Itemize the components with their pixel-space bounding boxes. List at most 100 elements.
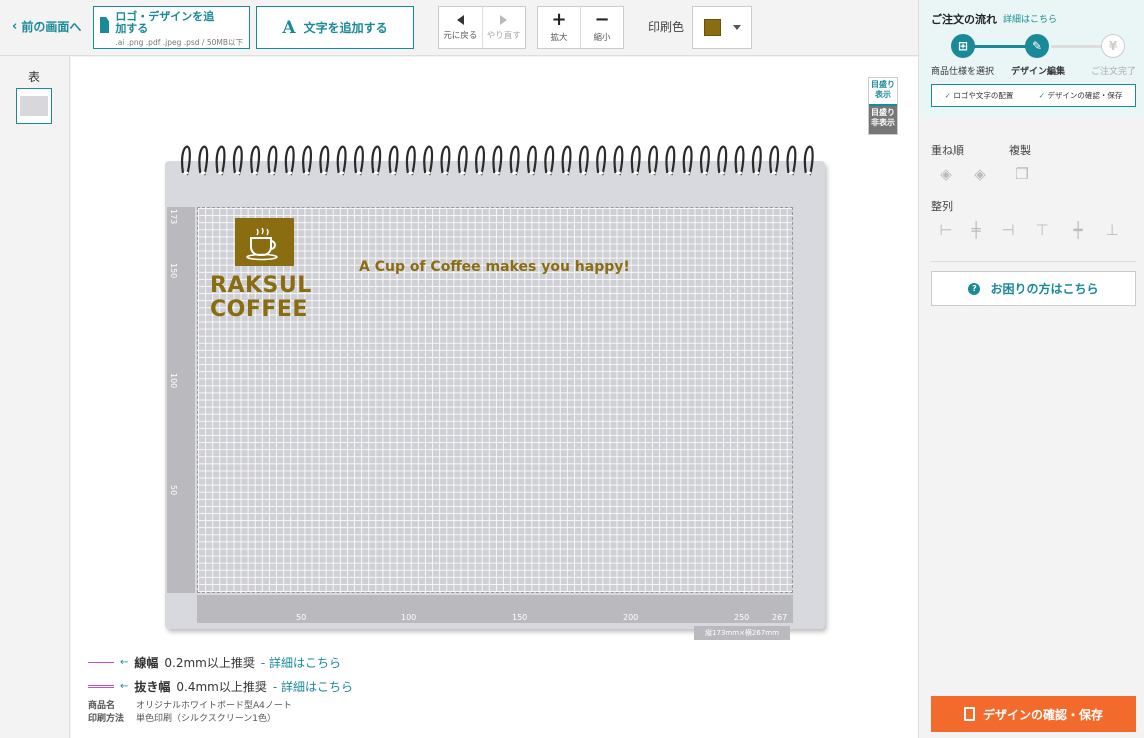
spiral-hole [754, 171, 760, 175]
zoom-in-button[interactable]: + 拡大 [538, 7, 580, 48]
spiral-hole [737, 171, 743, 175]
align-top-icon[interactable]: ⊤ [1033, 222, 1051, 238]
print-color-label: 印刷色 [648, 20, 685, 34]
line-width-label: 線幅 [134, 655, 159, 670]
spiral-hole [477, 171, 483, 175]
arrow-left-icon: ← [120, 656, 129, 668]
line-width-sample [88, 661, 114, 663]
spiral-coil [630, 145, 641, 176]
right-sidebar: ご注文の流れ 詳細はこちら ⊞ ✎ ¥ 商品仕様を選択 デザイン編集 ご注文完了… [918, 0, 1144, 738]
grid-hide-button[interactable]: 目盛り非表示 [869, 106, 897, 134]
undo-icon [456, 14, 464, 25]
ruler-bottom-tick: 200 [623, 613, 639, 622]
spiral-coil [526, 145, 537, 176]
step-label-complete: ご注文完了 [1091, 67, 1137, 77]
back-label: 前の画面へ [21, 20, 82, 34]
ruler-bottom-tick: 100 [401, 613, 417, 622]
gift-icon: ⊞ [951, 34, 975, 58]
dimension-badge: 縦173mm×横267mm [694, 626, 790, 640]
front-face-thumbnail[interactable] [16, 88, 52, 124]
spiral-coil [371, 145, 382, 176]
spiral-binding [180, 145, 814, 176]
align-label: 整列 [931, 200, 953, 213]
spiral-hole [252, 171, 258, 175]
back-link[interactable]: ‹ 前の画面へ [12, 18, 81, 35]
align-right-icon[interactable]: ⊣ [999, 222, 1017, 238]
layer-order-label: 重ね順 [931, 144, 964, 157]
add-text-button[interactable]: A 文字を追加する [256, 6, 414, 49]
product-info: 商品名 オリジナルホワイトボード型A4ノート 印刷方法 単色印刷（シルクスクリーン1… [88, 700, 292, 726]
spiral-hole [200, 171, 206, 175]
spiral-coil [388, 145, 399, 176]
spiral-coil [648, 145, 658, 176]
spiral-hole [235, 171, 241, 175]
spiral-hole [546, 171, 552, 175]
spiral-coil [665, 145, 676, 176]
thumbnail-image [20, 96, 48, 116]
zoom-group: + 拡大 − 縮小 [537, 6, 624, 49]
zoom-out-button[interactable]: − 縮小 [580, 7, 623, 48]
align-bottom-icon[interactable]: ⊥ [1103, 222, 1121, 238]
logo-line-2: COFFEE [210, 297, 308, 322]
undo-button[interactable]: 元に戻る [439, 7, 482, 48]
spiral-hole [304, 171, 310, 175]
confirm-save-button[interactable]: デザインの確認・保存 [931, 696, 1136, 732]
top-toolbar: ‹ 前の画面へ ロゴ・デザインを追加する .ai .png .pdf .jpeg… [0, 0, 918, 56]
spiral-coil [267, 145, 278, 176]
layer-back-icon[interactable]: ◈ [971, 166, 989, 182]
help-button[interactable]: ? お困りの方はこちら [931, 271, 1136, 306]
spiral-hole [391, 171, 397, 175]
spiral-hole [425, 171, 431, 175]
spiral-coil [769, 145, 780, 176]
spiral-coil [440, 145, 451, 176]
spiral-coil [198, 145, 209, 176]
divider [931, 261, 1136, 262]
undo-label: 元に戻る [443, 30, 478, 41]
copy-icon[interactable]: ❐ [1013, 166, 1031, 182]
raksul-coffee-logo-text[interactable]: RAKSUL COFFEE [210, 274, 312, 322]
spiral-hole [719, 171, 725, 175]
knockout-width-label: 抜き幅 [134, 679, 171, 694]
print-color-select[interactable] [692, 6, 752, 49]
grid-show-button[interactable]: 目盛り表示 [869, 78, 897, 106]
redo-icon [500, 14, 508, 25]
spiral-hole [408, 171, 414, 175]
design-canvas: 目盛り表示 目盛り非表示 173 150 100 50 50 100 150 2… [71, 57, 918, 738]
spiral-coil [284, 145, 295, 176]
line-width-details-link[interactable]: - 詳細はこちら [261, 654, 341, 671]
ruler-left-tick: 173 [169, 209, 178, 225]
pencil-icon: ✎ [1025, 34, 1049, 58]
spiral-hole [667, 171, 673, 175]
align-left-icon[interactable]: ⊢ [937, 222, 955, 238]
add-logo-button[interactable]: ロゴ・デザインを追加する .ai .png .pdf .jpeg .psd / … [93, 6, 250, 49]
step-label-select: 商品仕様を選択 [931, 67, 995, 77]
text-a-icon: A [282, 17, 296, 38]
front-face-label: 表 [28, 70, 41, 84]
line-width-legend: ← 線幅 0.2mm以上推奨 - 詳細はこちら ← 抜き幅 0.4mm以上推奨 … [88, 650, 353, 698]
spiral-coil [215, 145, 226, 176]
logo-line-1: RAKSUL [210, 273, 312, 298]
spiral-coil [544, 145, 555, 176]
knockout-width-sample [88, 684, 114, 688]
spiral-hole [616, 171, 621, 175]
spiral-coil [302, 145, 312, 176]
order-flow-details-link[interactable]: 詳細はこちら [1003, 12, 1057, 25]
product-name-value: オリジナルホワイトボード型A4ノート [136, 701, 292, 711]
spiral-coil [578, 145, 589, 176]
tagline-text[interactable]: A Cup of Coffee makes you happy! [359, 259, 630, 275]
align-center-h-icon[interactable]: ╪ [967, 222, 985, 238]
layer-front-icon[interactable]: ◈ [937, 166, 955, 182]
ruler-left-tick: 50 [169, 485, 178, 496]
file-icon [100, 17, 110, 33]
question-icon: ? [968, 282, 981, 295]
knockout-details-link[interactable]: - 詳細はこちら [273, 678, 353, 695]
spiral-hole [581, 171, 587, 175]
redo-button[interactable]: やり直す [481, 7, 526, 48]
ruler-bottom-tick: 267 [772, 613, 788, 622]
spiral-hole [183, 171, 189, 175]
spiral-coil [786, 145, 797, 176]
coffee-cup-logo[interactable] [235, 218, 294, 266]
order-flow: ご注文の流れ 詳細はこちら ⊞ ✎ ¥ 商品仕様を選択 デザイン編集 ご注文完了… [919, 0, 1144, 118]
align-center-v-icon[interactable]: ┿ [1069, 222, 1087, 238]
check-item: ロゴや文字の配置 [945, 90, 1013, 101]
